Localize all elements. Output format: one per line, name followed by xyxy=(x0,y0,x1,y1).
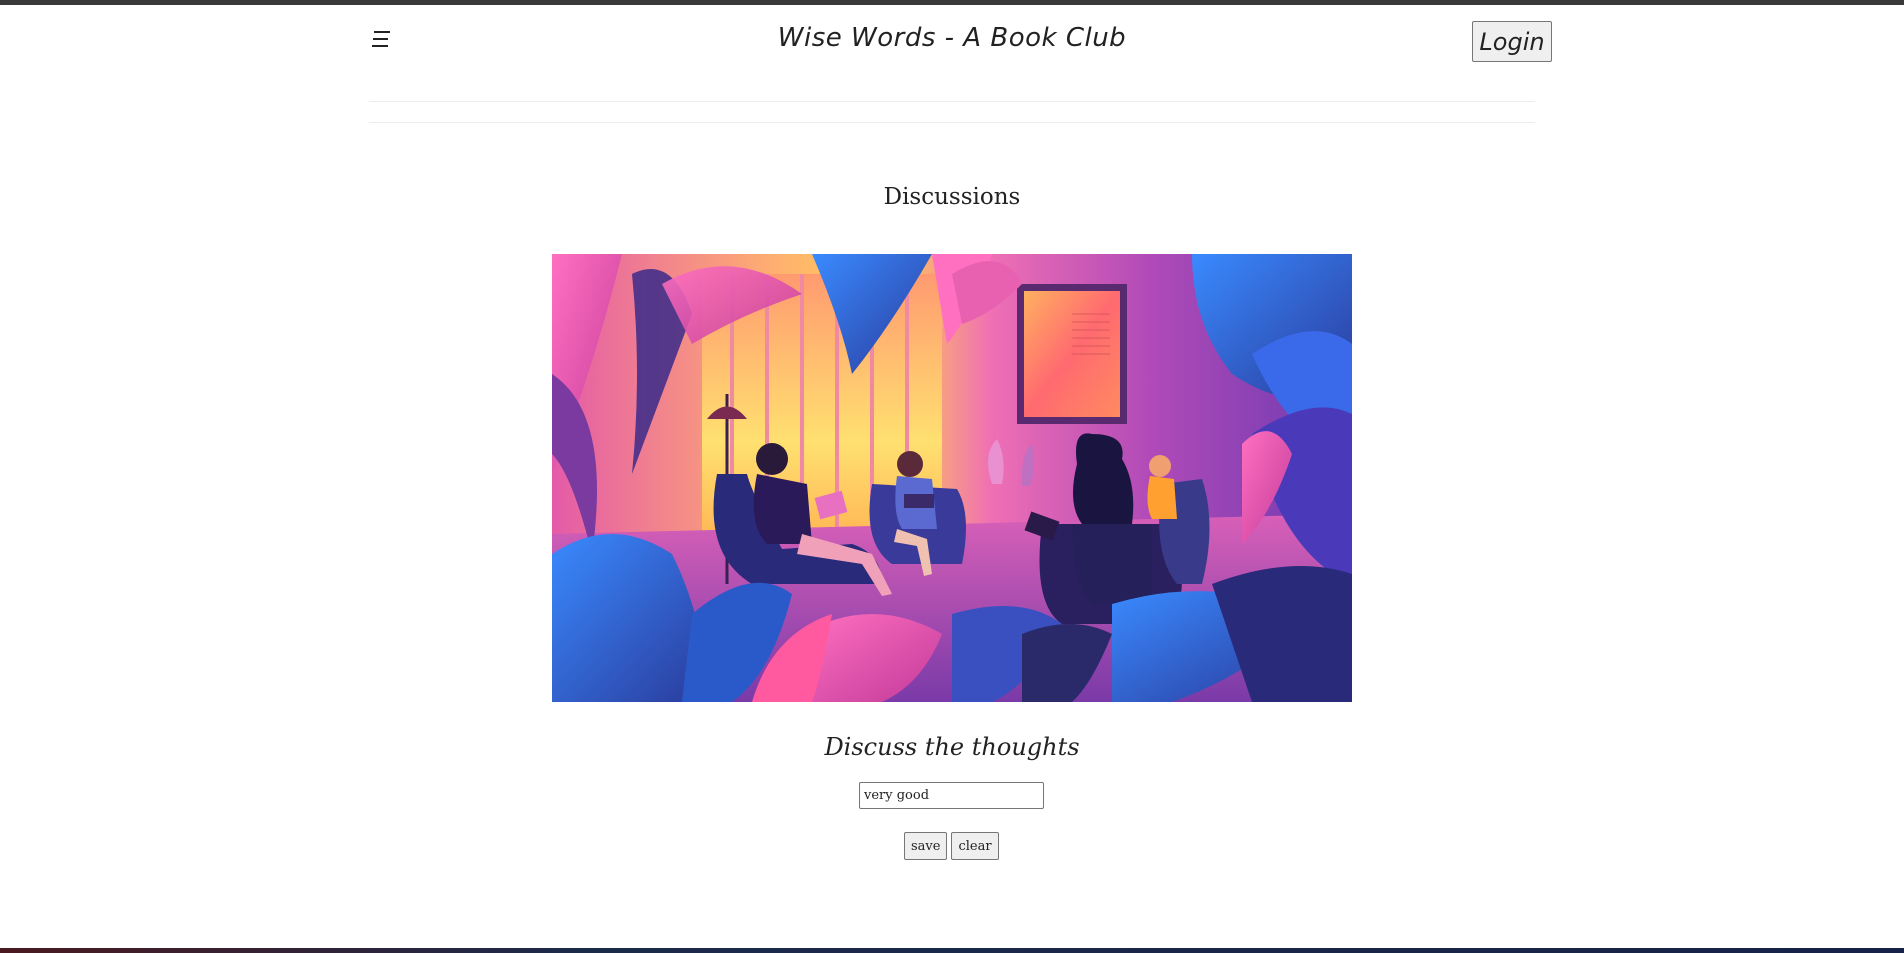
header-divider-bottom xyxy=(369,122,1535,123)
window-bottom-edge xyxy=(0,948,1904,953)
book-club-illustration xyxy=(552,254,1352,702)
site-title: Wise Words - A Book Club xyxy=(777,23,1127,53)
save-button[interactable]: save xyxy=(904,832,947,860)
thoughts-input[interactable] xyxy=(859,782,1044,809)
discuss-heading: Discuss the thoughts xyxy=(824,733,1080,761)
header-divider-top xyxy=(369,101,1535,102)
clear-button[interactable]: clear xyxy=(951,832,999,860)
section-title: Discussions xyxy=(883,184,1021,210)
site-title-wrap: Wise Words - A Book Club xyxy=(369,23,1535,53)
site-header: Wise Words - A Book Club Login xyxy=(369,5,1552,121)
login-button[interactable]: Login xyxy=(1472,21,1552,62)
hamburger-menu-icon[interactable] xyxy=(369,27,393,51)
